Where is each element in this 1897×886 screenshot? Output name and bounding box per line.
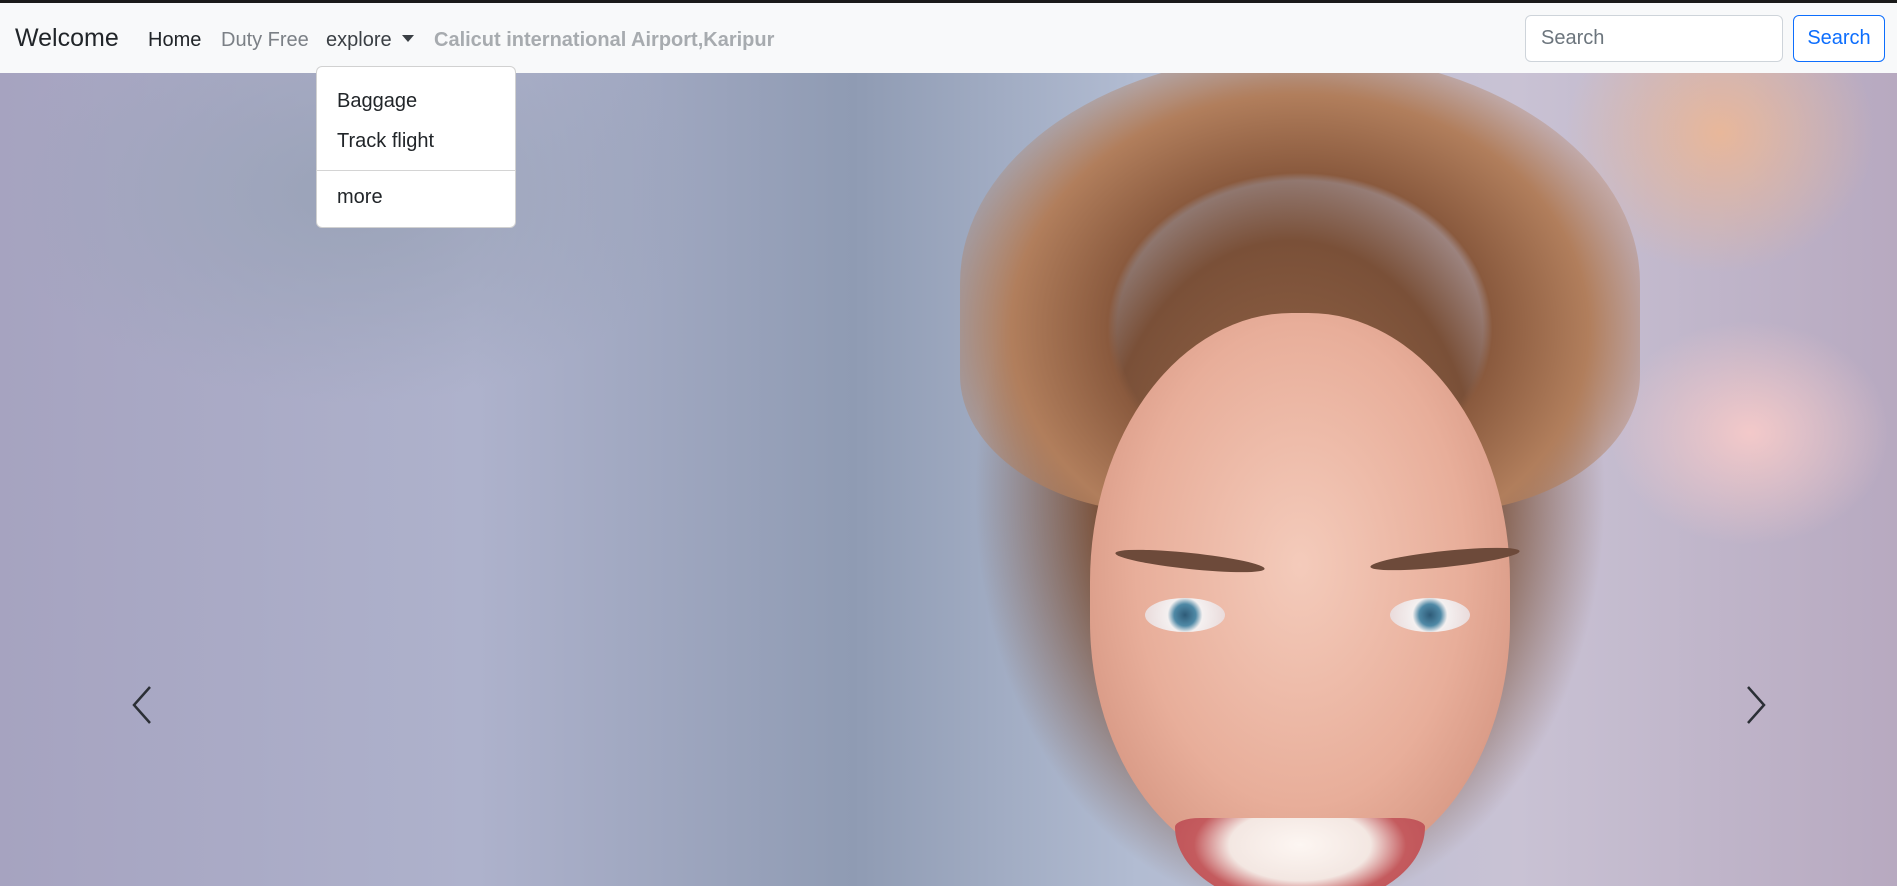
- nav-home-link[interactable]: Home: [148, 28, 201, 52]
- explore-dropdown-menu: Baggage Track flight more: [316, 66, 516, 228]
- caret-down-icon: [401, 35, 414, 42]
- search-button[interactable]: Search: [1793, 15, 1885, 62]
- photo-eye-left: [1145, 598, 1225, 632]
- photo-eye-right: [1390, 598, 1470, 632]
- nav-duty-free-link[interactable]: Duty Free: [221, 28, 309, 52]
- carousel-slide-image: [0, 73, 1897, 886]
- chevron-left-icon: [132, 686, 151, 724]
- search-input[interactable]: [1525, 15, 1783, 62]
- dropdown-item-baggage[interactable]: Baggage: [317, 81, 515, 121]
- airport-name-link[interactable]: Calicut international Airport,Karipur: [434, 28, 774, 52]
- navbar: Welcome Home Duty Free explore Calicut i…: [0, 3, 1897, 73]
- brand-link[interactable]: Welcome: [15, 23, 119, 53]
- carousel-prev-button[interactable]: [122, 675, 162, 735]
- dropdown-divider: [317, 170, 515, 171]
- dropdown-item-track-flight[interactable]: Track flight: [317, 121, 515, 161]
- explore-label: explore: [326, 29, 392, 51]
- nav-explore-dropdown-toggle[interactable]: explore: [326, 28, 414, 52]
- photo-smile: [1175, 818, 1425, 886]
- photo-face: [1090, 313, 1510, 873]
- dropdown-item-more[interactable]: more: [317, 177, 515, 217]
- chevron-right-icon: [1747, 686, 1766, 724]
- carousel-next-button[interactable]: [1736, 675, 1776, 735]
